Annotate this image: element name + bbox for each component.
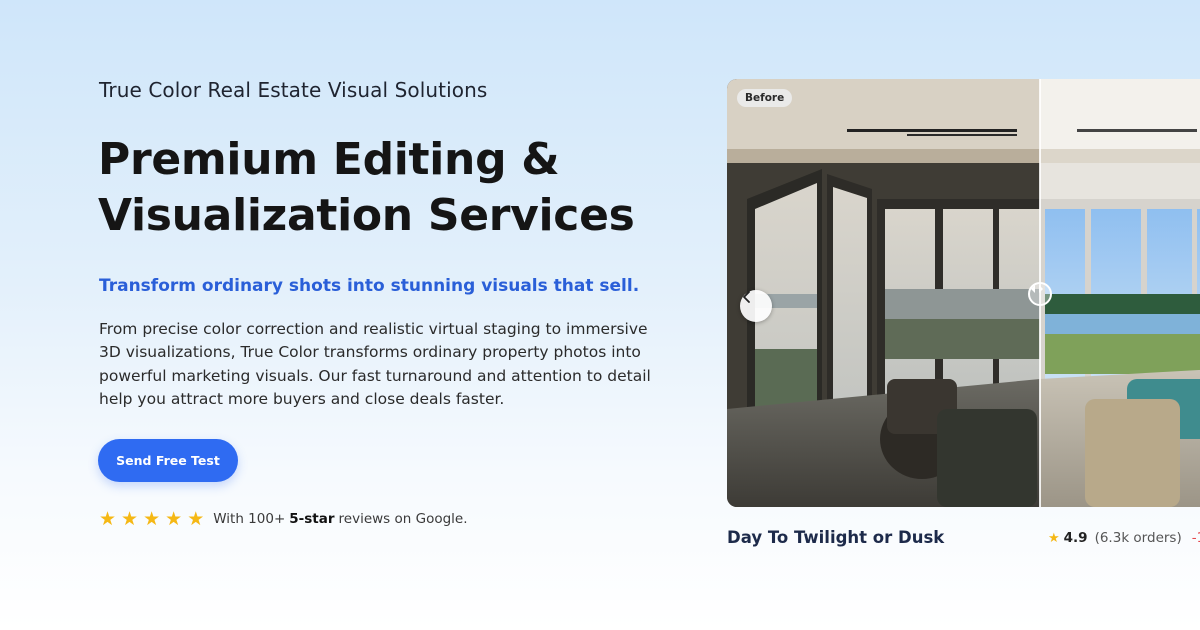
service-rating: ★ 4.9 (6.3k orders) -1 [1048, 530, 1200, 546]
star-icon: ★ [143, 508, 161, 530]
comparison-handle[interactable] [1028, 282, 1052, 306]
tagline: Transform ordinary shots into stunning v… [99, 276, 640, 296]
reviews-prefix: With 100+ [213, 511, 286, 527]
compare-arrows-icon [1031, 285, 1043, 293]
previous-image-button[interactable] [740, 290, 772, 322]
star-icon: ★ [187, 508, 205, 530]
reviews-row: ★ ★ ★ ★ ★ With 100+ 5-star reviews on Go… [99, 509, 468, 529]
reviews-suffix: reviews on Google. [338, 511, 468, 527]
rating-stars: ★ ★ ★ ★ ★ [99, 509, 204, 529]
star-icon: ★ [1048, 530, 1060, 546]
eyebrow-text: True Color Real Estate Visual Solutions [99, 78, 488, 102]
before-badge: Before [737, 89, 793, 107]
star-icon: ★ [121, 508, 139, 530]
star-icon: ★ [99, 508, 117, 530]
page-headline: Premium Editing & Visualization Services [98, 132, 718, 244]
headline-line-2: Visualization Services [98, 190, 635, 241]
send-free-test-button[interactable]: Send Free Test [98, 439, 238, 482]
rating-score: 4.9 [1063, 530, 1088, 546]
reviews-highlight: 5-star [289, 511, 335, 527]
before-after-slider[interactable]: Before [727, 79, 1200, 507]
before-after-photo [727, 79, 1200, 507]
order-count: (6.3k orders) [1094, 530, 1182, 546]
service-title[interactable]: Day To Twilight or Dusk [727, 528, 944, 547]
star-icon: ★ [165, 508, 183, 530]
hero-description: From precise color correction and realis… [99, 320, 651, 408]
discount-badge: -1 [1191, 530, 1200, 546]
headline-line-1: Premium Editing & [98, 134, 560, 185]
chevron-left-icon [743, 291, 750, 303]
